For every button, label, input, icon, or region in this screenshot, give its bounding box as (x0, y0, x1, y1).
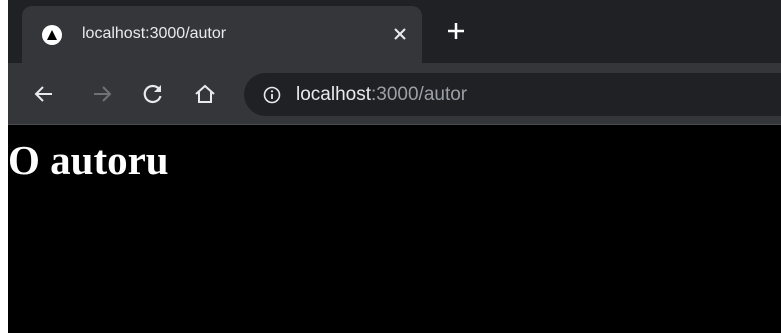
url-path: :3000/autor (371, 84, 468, 105)
page-title: O autoru (8, 137, 169, 183)
url-host: localhost (296, 84, 371, 105)
tab-active[interactable]: localhost:3000/autor (22, 6, 422, 63)
triangle-logo-icon (42, 25, 62, 45)
home-icon[interactable] (193, 82, 217, 106)
tab-strip: localhost:3000/autor (8, 0, 781, 63)
toolbar: localhost:3000/autor (8, 63, 781, 125)
plus-icon[interactable] (446, 21, 466, 41)
info-icon[interactable] (262, 85, 282, 105)
arrow-right-icon[interactable] (90, 82, 114, 106)
close-icon[interactable] (390, 24, 410, 44)
page-content: O autoru (8, 126, 781, 333)
reload-icon[interactable] (141, 82, 165, 106)
url-text: localhost:3000/autor (296, 83, 467, 106)
arrow-left-icon[interactable] (32, 82, 56, 106)
address-bar[interactable]: localhost:3000/autor (244, 73, 781, 116)
window-edge (0, 0, 8, 333)
browser-window: localhost:3000/autor localhost:3000/auto… (8, 0, 781, 333)
tab-title: localhost:3000/autor (82, 25, 227, 42)
